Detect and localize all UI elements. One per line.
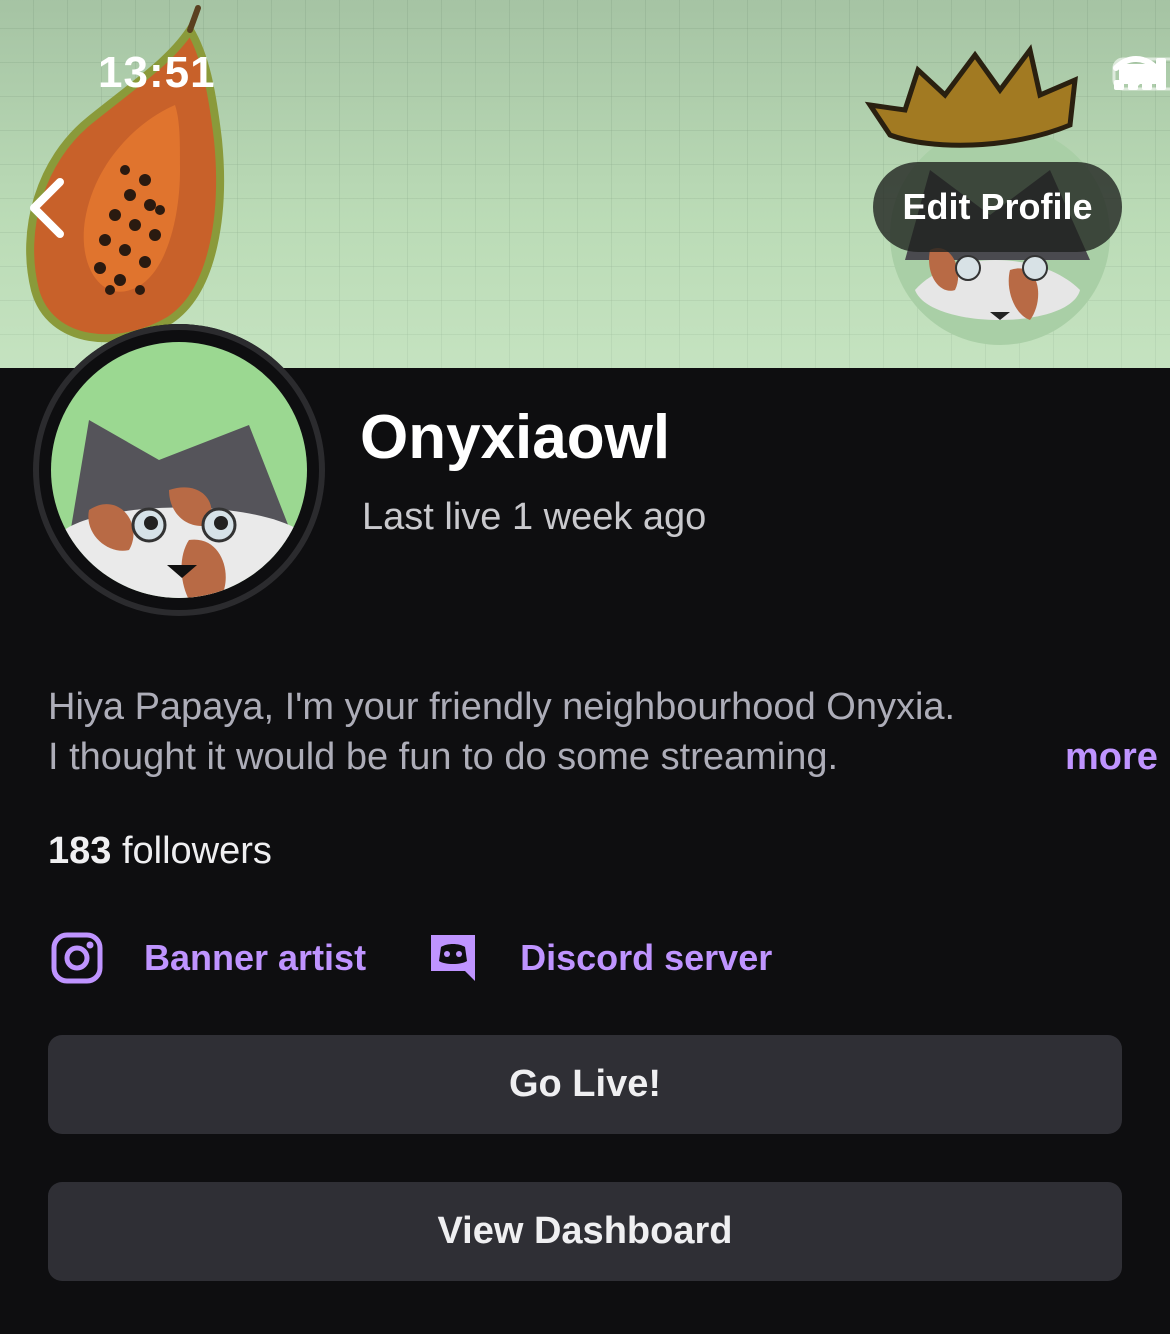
view-dashboard-button[interactable]: View Dashboard: [48, 1182, 1122, 1281]
bio-line: I thought it would be fun to do some str…: [48, 732, 1158, 782]
bio: Hiya Papaya, I'm your friendly neighbour…: [48, 682, 1158, 782]
bio-more-link[interactable]: more: [1065, 732, 1158, 782]
status-time: 13:51: [98, 48, 216, 97]
instagram-icon: [50, 931, 104, 985]
social-links: Banner artist Discord server: [50, 928, 772, 988]
avatar[interactable]: [33, 324, 325, 616]
discord-icon: [426, 931, 480, 985]
bio-fade: [968, 734, 1028, 778]
discord-server-link[interactable]: Discord server: [426, 931, 772, 985]
link-label: Discord server: [520, 937, 773, 978]
bio-line-text: I thought it would be fun to do some str…: [48, 736, 839, 778]
back-button[interactable]: [20, 170, 80, 250]
followers-count[interactable]: 183 followers: [48, 830, 272, 873]
go-live-button[interactable]: Go Live!: [48, 1035, 1122, 1134]
followers-label: followers: [121, 830, 272, 872]
battery-icon: [1112, 57, 1170, 91]
last-live-status: Last live 1 week ago: [362, 496, 707, 538]
followers-number: 183: [48, 830, 112, 872]
edit-profile-button[interactable]: Edit Profile: [873, 162, 1122, 252]
profile-banner: 13:51 Edit Profile: [0, 0, 1170, 368]
username: Onyxiaowl: [360, 403, 671, 472]
chevron-left-icon: [30, 178, 64, 238]
cat-avatar-image: [51, 342, 307, 598]
link-label: Banner artist: [144, 937, 367, 978]
bio-line: Hiya Papaya, I'm your friendly neighbour…: [48, 686, 956, 728]
banner-artist-link[interactable]: Banner artist: [50, 931, 366, 985]
